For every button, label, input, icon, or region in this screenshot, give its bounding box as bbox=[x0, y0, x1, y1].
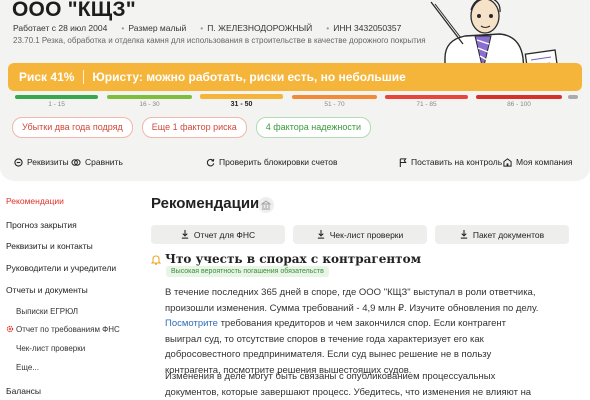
recommendation-paragraph-2: Изменения в деле могут быть связаны с оп… bbox=[165, 371, 532, 398]
gear-icon bbox=[6, 325, 14, 333]
sidebar-item-checklist[interactable]: Чек-лист проверки bbox=[16, 344, 85, 353]
building-icon bbox=[503, 157, 512, 167]
risk-scale-segment bbox=[385, 95, 468, 99]
fns-report-label: Отчет для ФНС bbox=[193, 229, 256, 240]
okved-description: 23.70.1 Резка, обработка и отделка камня… bbox=[13, 36, 426, 45]
dot-icon: • bbox=[326, 23, 330, 33]
requisites-button[interactable]: Реквизиты bbox=[14, 157, 69, 167]
company-location: П. ЖЕЛЕЗНОДОРОЖНЫЙ bbox=[207, 23, 313, 33]
risk-scale-segment bbox=[15, 95, 98, 99]
sidebar-item-reports[interactable]: Отчеты и документы bbox=[6, 285, 88, 295]
checklist-button[interactable]: Чек-лист проверки bbox=[293, 225, 427, 244]
pill-reliability[interactable]: 4 фактора надежности bbox=[255, 117, 372, 138]
risk-factor-pills: Убытки два года подряд Еще 1 фактор риск… bbox=[12, 117, 380, 138]
sidebar-item-forecast[interactable]: Прогноз закрытия bbox=[6, 220, 77, 230]
risk-divider bbox=[83, 70, 85, 84]
flag-icon bbox=[399, 157, 407, 167]
status-badge: Высокая вероятность погашения обязательс… bbox=[166, 266, 329, 277]
company-name: ООО "КЩЗ" bbox=[12, 0, 136, 21]
risk-scale-label: 86 - 100 bbox=[507, 101, 531, 108]
refresh-icon bbox=[206, 158, 215, 166]
compare-icon bbox=[71, 158, 81, 166]
sidebar-item-label: Отчет по требованиям ФНС bbox=[16, 325, 120, 334]
download-icon bbox=[181, 230, 189, 239]
check-blocks-button[interactable]: Проверить блокировки счетов bbox=[206, 157, 337, 167]
sidebar-item-requisites[interactable]: Реквизиты и контакты bbox=[6, 241, 93, 251]
download-icon bbox=[317, 230, 324, 239]
sidebar-item-fns-report[interactable]: Отчет по требованиям ФНС bbox=[6, 325, 120, 334]
minus-circle-icon bbox=[14, 157, 23, 167]
risk-scale-segment bbox=[200, 94, 283, 99]
sidebar-item-recommendations[interactable]: Рекомендации bbox=[6, 196, 64, 206]
sidebar-item-balances[interactable]: Балансы bbox=[6, 386, 41, 396]
risk-banner[interactable]: Риск 41% Юристу: можно работать, риски е… bbox=[8, 63, 582, 91]
recommendation-paragraph: В течение последних 365 дней в споре, гд… bbox=[165, 285, 543, 378]
page-title: Рекомендации bbox=[151, 195, 260, 212]
risk-percent: Риск 41% bbox=[19, 70, 75, 84]
sidebar-item-egrul[interactable]: Выписки ЕГРЮЛ bbox=[16, 307, 78, 316]
documents-pack-button[interactable]: Пакет документов bbox=[435, 225, 569, 244]
founded-date: Работает с 28 июл 2004 bbox=[13, 23, 108, 33]
compare-button[interactable]: Сравнить bbox=[71, 157, 123, 167]
documents-pack-label: Пакет документов bbox=[472, 229, 545, 240]
risk-scale-end bbox=[568, 95, 578, 99]
company-meta: Работает с 28 июл 2004 • Размер малый • П.… bbox=[13, 23, 415, 33]
risk-scale-label-active: 31 - 50 bbox=[230, 101, 253, 108]
sidebar-item-more[interactable]: Еще... bbox=[16, 363, 39, 372]
watch-label: Поставить на контроль bbox=[411, 157, 503, 167]
risk-scale-label: 16 - 30 bbox=[139, 101, 160, 108]
sidebar-item-managers[interactable]: Руководители и учредители bbox=[6, 263, 116, 273]
dot-icon: • bbox=[200, 23, 204, 33]
section-title: Что учесть в спорах с контрагентом bbox=[165, 252, 422, 266]
company-inn: ИНН 3432050357 bbox=[333, 23, 402, 33]
compare-label: Сравнить bbox=[85, 157, 123, 167]
bell-icon bbox=[151, 255, 161, 265]
company-size: Размер малый bbox=[128, 23, 187, 33]
bank-icon[interactable] bbox=[258, 197, 274, 213]
watch-button[interactable]: Поставить на контроль bbox=[399, 157, 502, 167]
download-icon bbox=[460, 230, 467, 239]
company-card: ООО "КЩЗ" Работает с 28 июл 2004 • Размер… bbox=[0, 0, 590, 181]
requisites-label: Реквизиты bbox=[27, 157, 69, 167]
my-company-label: Моя компания bbox=[516, 157, 573, 167]
paragraph-text: В течение последних 365 дней в споре, гд… bbox=[165, 287, 539, 314]
pill-losses[interactable]: Убытки два года подряд bbox=[12, 117, 133, 138]
my-company-button[interactable]: Моя компания bbox=[503, 157, 573, 167]
risk-scale-label: 51 - 70 bbox=[324, 101, 345, 108]
risk-scale-label: 71 - 85 bbox=[416, 101, 437, 108]
fns-report-button[interactable]: Отчет для ФНС bbox=[151, 225, 285, 244]
risk-scale-label: 1 - 15 bbox=[48, 101, 65, 108]
risk-scale-segment bbox=[476, 95, 562, 99]
checklist-label: Чек-лист проверки bbox=[329, 229, 404, 240]
view-link[interactable]: Посмотрите bbox=[165, 318, 218, 329]
check-blocks-label: Проверить блокировки счетов bbox=[219, 157, 338, 167]
risk-scale-segment bbox=[107, 95, 192, 99]
risk-scale: 1 - 15 16 - 30 31 - 50 51 - 70 71 - 85 8… bbox=[15, 94, 579, 109]
pill-risk-factor[interactable]: Еще 1 фактор риска bbox=[141, 117, 247, 138]
risk-scale-segment bbox=[292, 95, 377, 99]
risk-message: Юристу: можно работать, риски есть, но н… bbox=[92, 70, 406, 84]
dot-icon: • bbox=[121, 23, 125, 33]
